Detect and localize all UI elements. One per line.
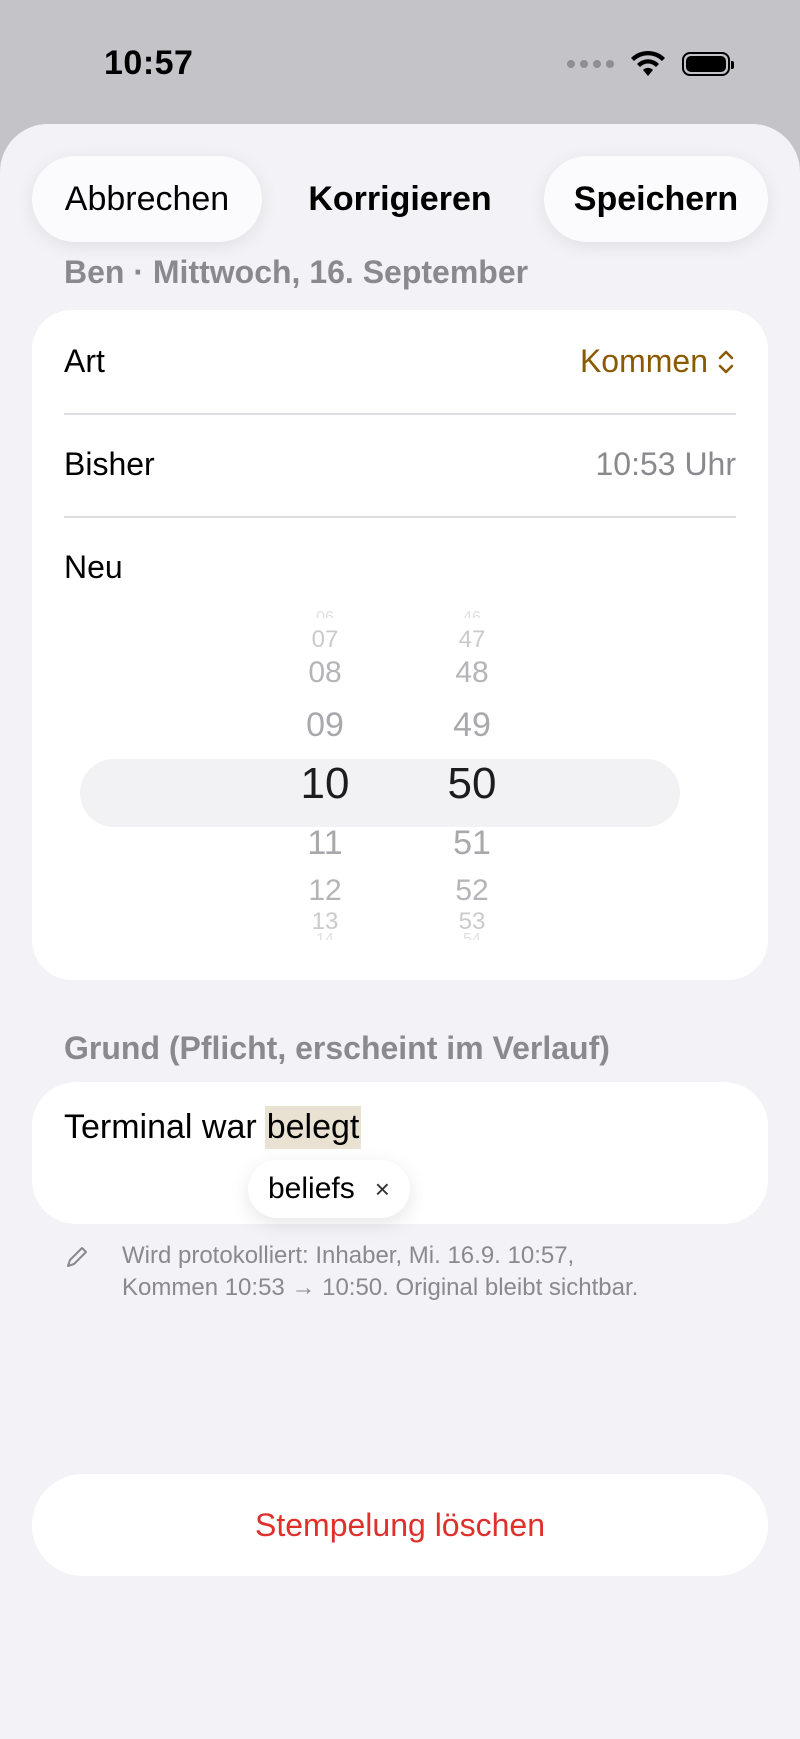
suggestion-text: beliefs	[268, 1172, 355, 1205]
wifi-icon	[631, 50, 665, 76]
kind-label: Art	[64, 343, 105, 379]
minute-option[interactable]: 51	[417, 824, 527, 862]
hour-option[interactable]: 09	[270, 706, 380, 744]
entry-card: Art Kommen Bisher 10:53 Uhr Neu 06 07 08 09…	[32, 310, 768, 980]
minute-option[interactable]: 54	[417, 930, 527, 940]
hour-option[interactable]: 11	[270, 824, 380, 862]
hour-option[interactable]: 10	[270, 760, 380, 808]
audit-log-line-2: Kommen 10:53 → 10:50. Original bleibt si…	[122, 1274, 639, 1301]
reason-section-header: Grund (Pflicht, erscheint im Verlauf)	[64, 1030, 610, 1066]
minute-option[interactable]: 52	[417, 874, 527, 908]
hour-option[interactable]: 06	[270, 608, 380, 618]
audit-log-line-1: Wird protokolliert: Inhaber, Mi. 16.9. 1…	[122, 1242, 575, 1269]
status-icons	[567, 50, 734, 78]
time-picker[interactable]: 06 07 08 09 10 11 12 13 14 46 47 48 49 50 51 52 53 54	[80, 608, 720, 968]
reason-text: Terminal war belegt	[64, 1106, 362, 1149]
pencil-icon	[67, 1247, 87, 1267]
save-button[interactable]: Speichern	[544, 156, 768, 242]
autocorrect-suggestion[interactable]: beliefs ×	[248, 1160, 410, 1218]
battery-icon	[682, 52, 734, 76]
hour-wheel[interactable]: 06 07 08 09 10 11 12 13 14	[270, 608, 380, 968]
reason-text-prefix: Terminal war	[64, 1108, 257, 1146]
audit-log-note: Wird protokolliert: Inhaber, Mi. 16.9. 1…	[122, 1240, 762, 1304]
hour-option[interactable]: 07	[270, 626, 380, 654]
minute-option[interactable]: 47	[417, 626, 527, 654]
previous-label: Bisher	[64, 446, 155, 482]
hour-option[interactable]: 12	[270, 874, 380, 908]
new-label: Neu	[64, 549, 123, 585]
hour-option[interactable]: 08	[270, 656, 380, 690]
status-time: 10:57	[104, 44, 194, 82]
minute-option[interactable]: 50	[417, 760, 527, 808]
chevron-up-down-icon	[718, 350, 734, 373]
kind-row: Art Kommen	[64, 310, 736, 415]
hour-option[interactable]: 14	[270, 930, 380, 940]
new-row: Neu	[64, 516, 736, 619]
entry-section-header: Ben · Mittwoch, 16. September	[64, 254, 529, 290]
dismiss-suggestion-icon[interactable]: ×	[375, 1174, 390, 1205]
delete-stamp-button[interactable]: Stempelung löschen	[32, 1474, 768, 1576]
minute-wheel[interactable]: 46 47 48 49 50 51 52 53 54	[417, 608, 527, 968]
reason-text-highlighted-word: belegt	[264, 1106, 362, 1149]
status-bar: 10:57	[0, 0, 800, 124]
signal-dots-icon	[567, 60, 614, 68]
previous-row: Bisher 10:53 Uhr	[64, 413, 736, 518]
previous-value: 10:53 Uhr	[595, 446, 736, 482]
minute-option[interactable]: 48	[417, 656, 527, 690]
kind-value: Kommen	[579, 343, 708, 379]
minute-option[interactable]: 46	[417, 608, 527, 618]
picker-selection-highlight	[80, 759, 680, 827]
minute-option[interactable]: 49	[417, 706, 527, 744]
kind-select[interactable]: Kommen	[580, 343, 736, 380]
